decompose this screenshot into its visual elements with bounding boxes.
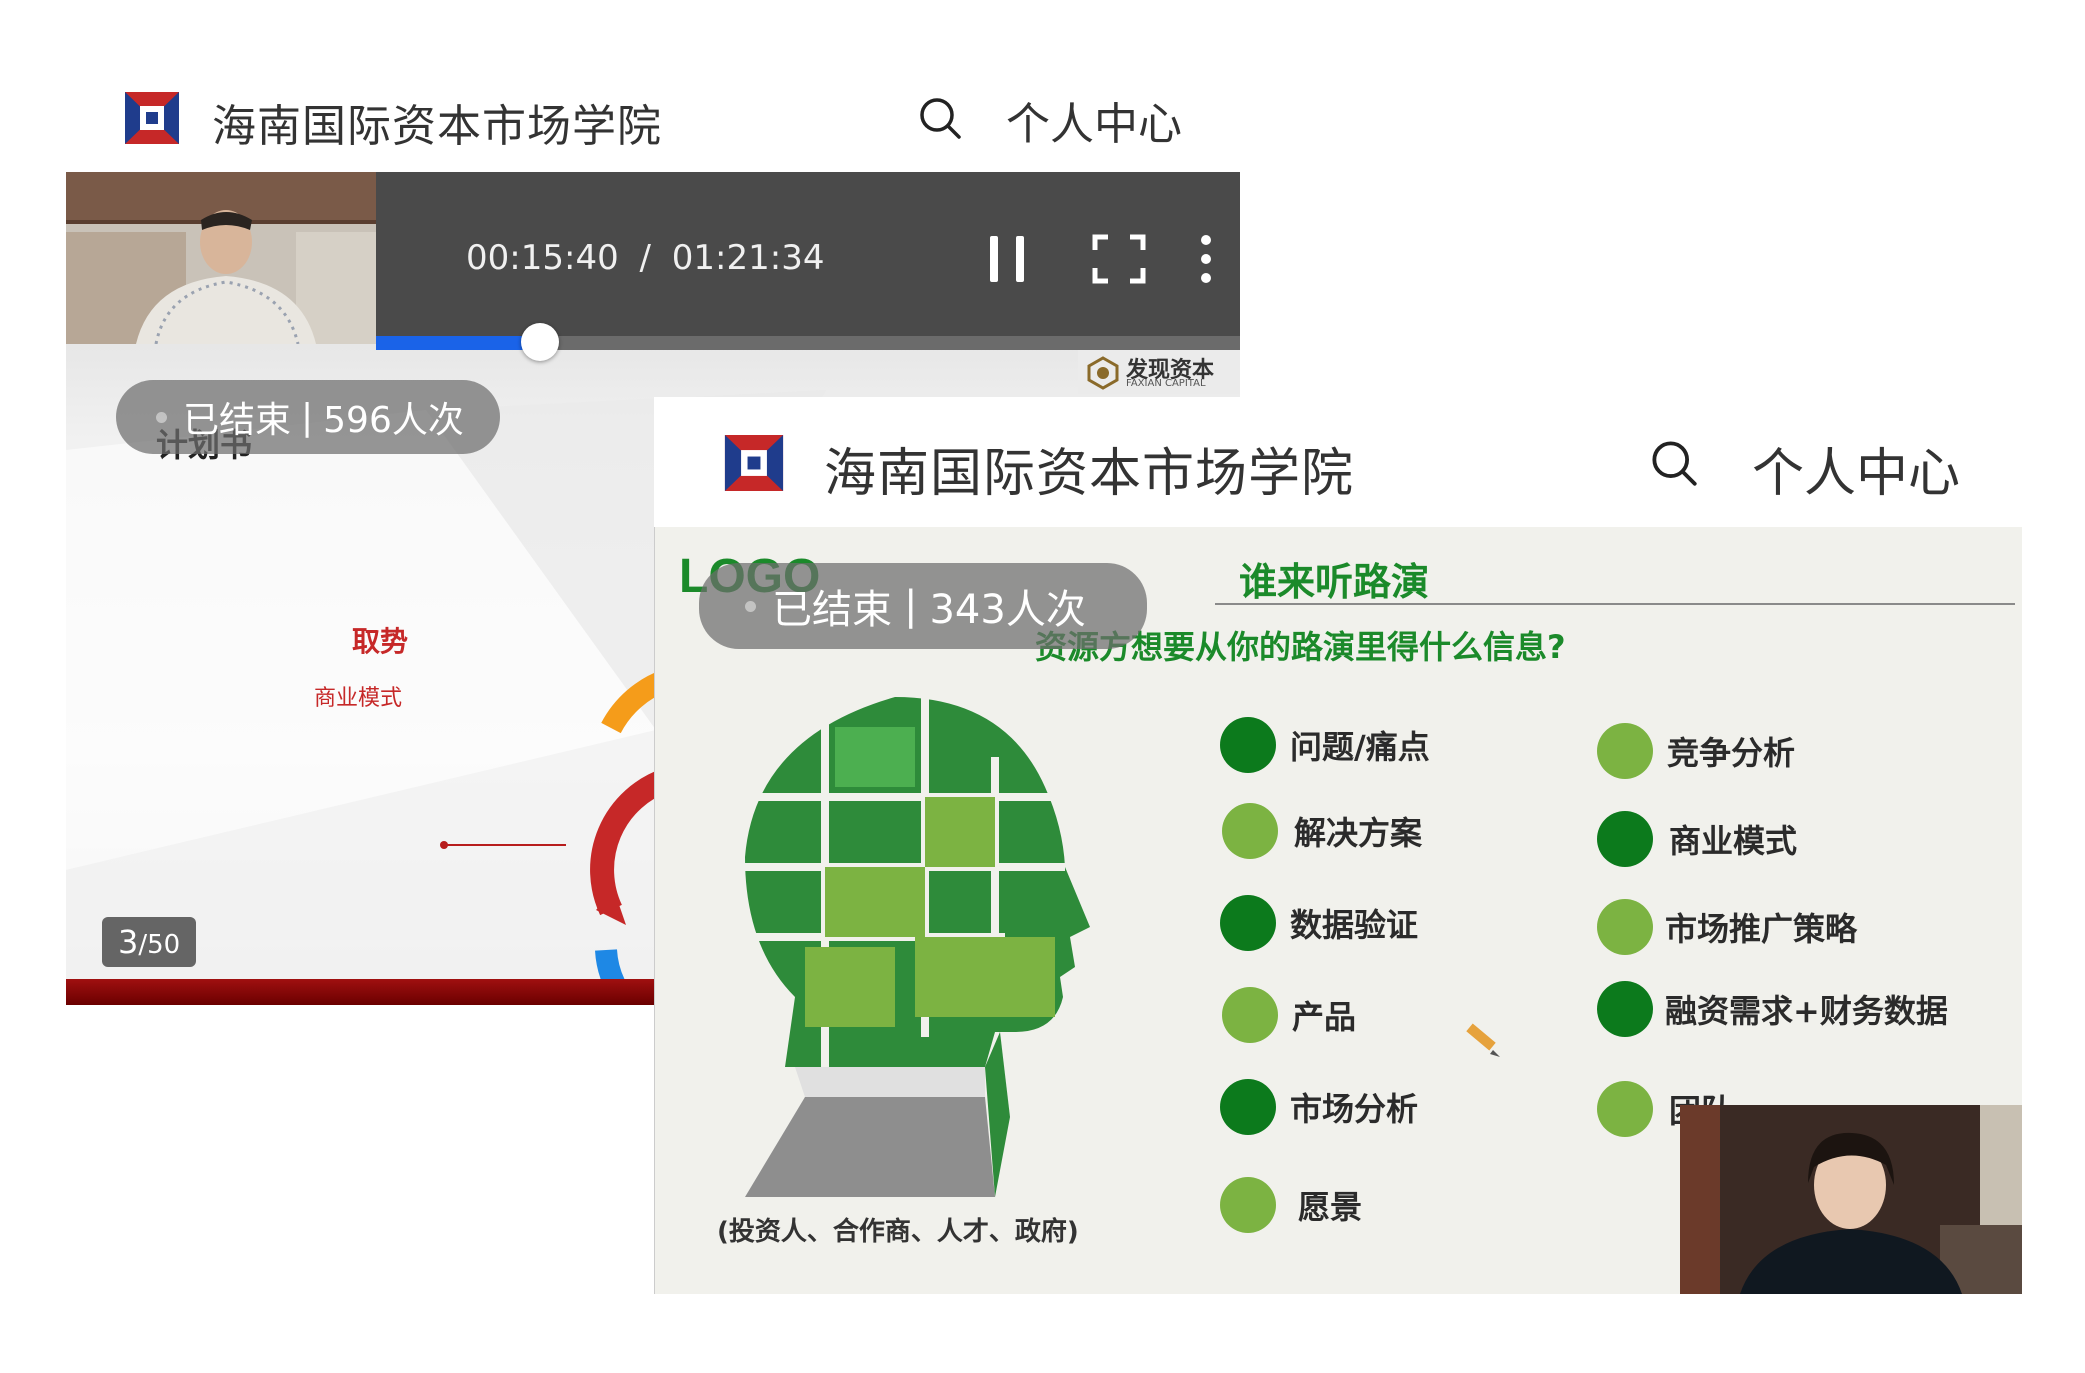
topic-item: 竞争分析 (1597, 723, 1795, 779)
pencil-icon (1466, 1023, 1500, 1057)
status-separator: | (904, 583, 918, 629)
lecturer-camera-feed (66, 172, 376, 344)
topic-bullet (1597, 899, 1653, 955)
card2-header: 海南国际资本市场学院 个人中心 (654, 397, 2021, 527)
watermark-logo-icon (1087, 356, 1119, 390)
status-views: 596人次 (323, 400, 464, 441)
slide-sublabel: 商业模式 (314, 686, 403, 711)
topic-bullet (1597, 1081, 1653, 1137)
slide-title: 谁来听路演 (1239, 560, 1430, 604)
topic-bullet (1220, 717, 1276, 773)
progress-fill (376, 336, 541, 350)
academy-logo-icon (724, 435, 784, 491)
topic-item: 市场分析 (1220, 1079, 1418, 1135)
topic-bullet (1597, 981, 1653, 1037)
topic-bullet (1220, 1079, 1276, 1135)
player-control-bar: 00:15:40 / 01:21:34 (376, 172, 1240, 336)
search-icon[interactable] (918, 96, 962, 140)
card1-header: 海南国际资本市场学院 个人中心 (0, 60, 1240, 172)
head-puzzle-graphic (745, 697, 1090, 1197)
progress-bar[interactable] (376, 323, 1240, 361)
status-state: 已结束 (772, 587, 892, 633)
topic-bullet (1597, 811, 1653, 867)
topic-item: 愿景 (1220, 1177, 1362, 1233)
topic-bullet (1220, 895, 1276, 951)
topic-bullet (1222, 987, 1278, 1043)
topic-item: 市场推广策略 (1597, 899, 1857, 955)
status-separator: | (301, 396, 314, 438)
total-time: 01:21:34 (671, 238, 825, 278)
topic-item: 解决方案 (1222, 803, 1422, 859)
topic-bullet (1597, 723, 1653, 779)
search-icon[interactable] (1650, 439, 1698, 487)
watermark-subtext: FAXIAN CAPITAL (1126, 378, 1206, 389)
page-current: 3 (118, 923, 139, 961)
slide-page-indicator: 3/50 (102, 917, 197, 967)
status-state: 已结束 (183, 400, 292, 441)
playback-time: 00:15:40 / 01:21:34 (466, 238, 825, 278)
topic-item: 融资需求+财务数据 (1597, 981, 1948, 1037)
topic-bullet (1220, 1177, 1276, 1233)
topic-item: 产品 (1222, 987, 1356, 1043)
status-views: 343人次 (929, 587, 1086, 633)
status-badge: 已结束 | 596人次 (116, 380, 500, 454)
presenter-camera-feed (1680, 1105, 2022, 1294)
profile-link[interactable]: 个人中心 (1752, 431, 1960, 506)
time-separator: / (639, 238, 651, 278)
status-dot (156, 411, 167, 423)
fullscreen-icon[interactable] (1092, 234, 1146, 284)
profile-link[interactable]: 个人中心 (1006, 88, 1182, 152)
pause-icon[interactable] (986, 234, 1030, 284)
slide-caption: (投资人、合作商、人才、政府) (717, 1217, 1079, 1247)
status-dot (745, 600, 756, 612)
page-total: /50 (138, 930, 181, 960)
academy-logo-icon (125, 92, 179, 144)
slide-title-rule (1215, 603, 2015, 605)
topic-item: 数据验证 (1220, 895, 1418, 951)
topic-item: 问题/痛点 (1220, 717, 1430, 773)
current-time: 00:15:40 (466, 238, 619, 278)
live-video-card-2[interactable]: LOGO 谁来听路演 资源方想要从你的路演里得什么信息? (投资人、合作商、人才… (654, 527, 2022, 1294)
topic-item: 商业模式 (1597, 811, 1797, 867)
status-badge: 已结束 | 343人次 (699, 563, 1147, 649)
topic-bullet (1222, 803, 1278, 859)
watermark: 发现资本 FAXIAN CAPITAL (1078, 350, 1240, 394)
academy-title: 海南国际资本市场学院 (824, 444, 1355, 504)
more-options-icon[interactable] (1196, 232, 1216, 286)
slide-label: 取势 (352, 625, 409, 658)
academy-title: 海南国际资本市场学院 (212, 101, 662, 152)
